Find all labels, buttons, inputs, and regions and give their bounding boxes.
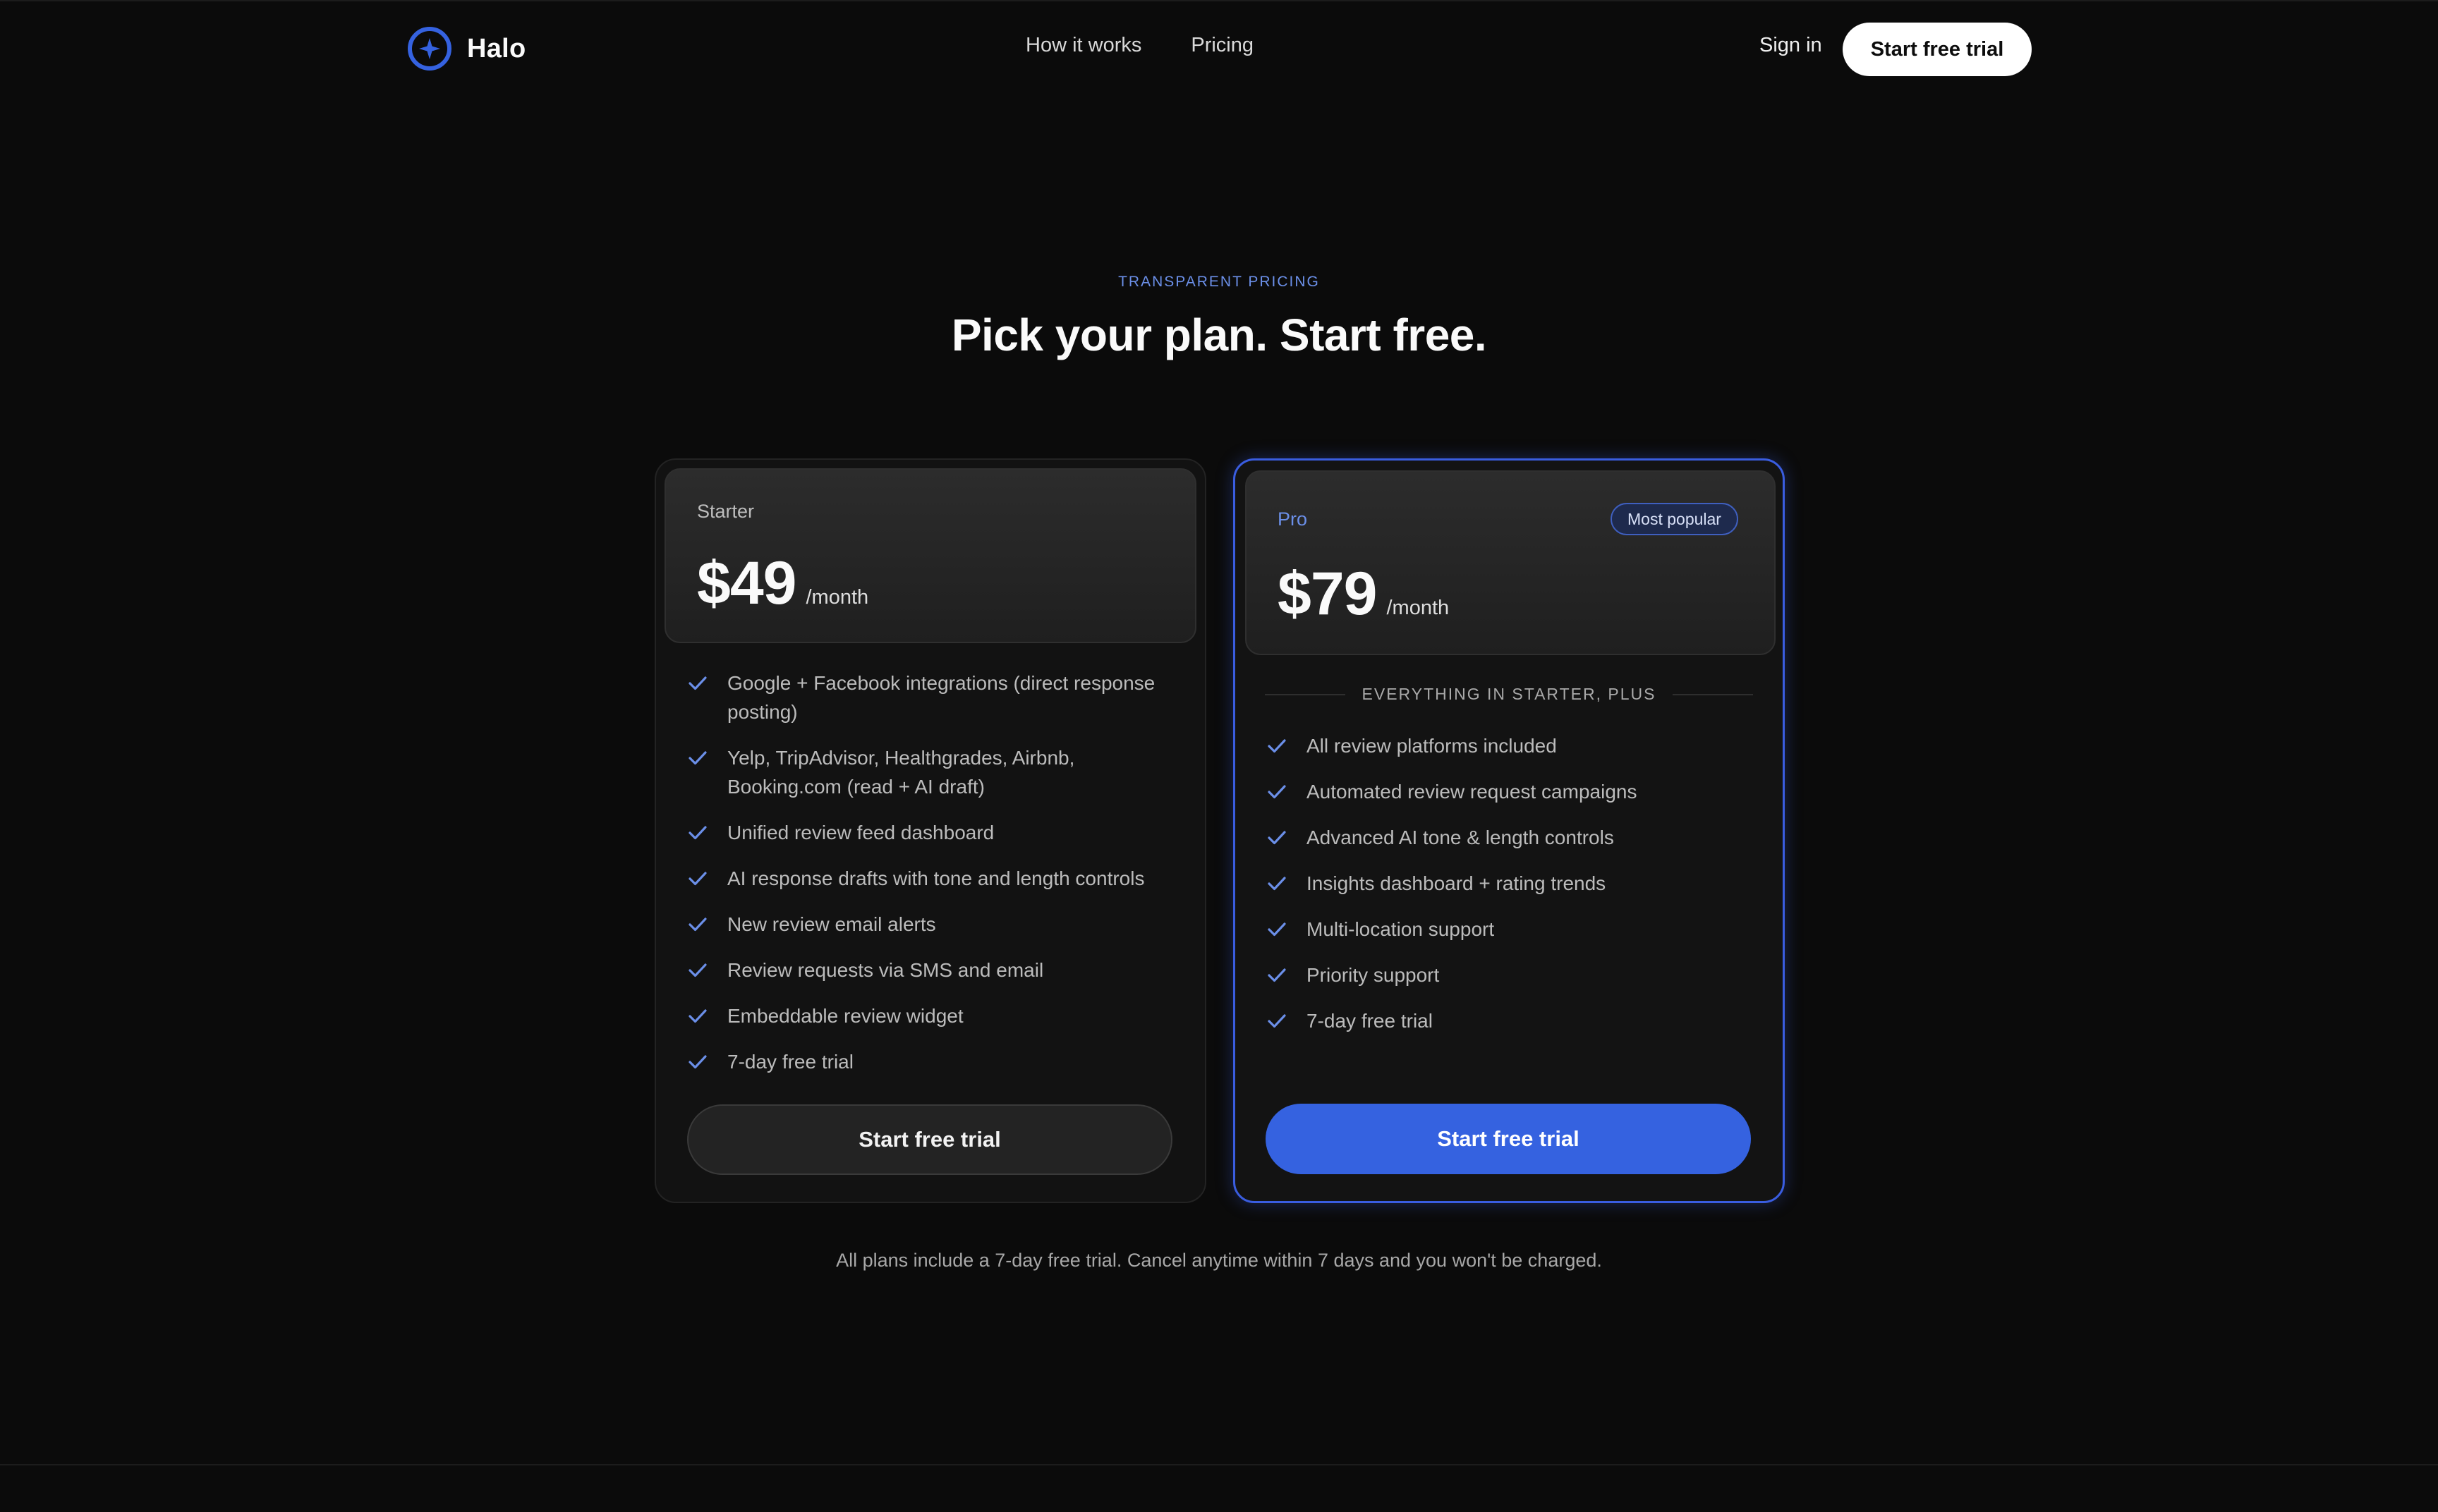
most-popular-badge: Most popular [1611, 503, 1738, 535]
check-icon [1268, 731, 1290, 760]
check-icon [689, 743, 711, 772]
feature-item: 7-day free trial [689, 1047, 1182, 1076]
pricing-footnote: All plans include a 7-day free trial. Ca… [836, 1250, 1602, 1271]
feature-item: Advanced AI tone & length controls [1268, 823, 1761, 852]
plan-name: Pro [1278, 508, 1308, 530]
plan-period: /month [1386, 597, 1450, 619]
top-nav: Halo How it works Pricing Sign in Start … [0, 0, 2438, 94]
price-row: $79 /month [1278, 559, 1449, 629]
nav-link-how-it-works[interactable]: How it works [1026, 34, 1141, 57]
brand-logo[interactable]: Halo [405, 25, 526, 72]
feature-item: Priority support [1268, 961, 1761, 989]
feature-item: Yelp, TripAdvisor, Healthgrades, Airbnb,… [689, 743, 1182, 801]
feature-item: Review requests via SMS and email [689, 956, 1182, 984]
check-icon [1268, 777, 1290, 806]
divider-line [1673, 693, 1753, 695]
plan-price: $79 [1278, 560, 1377, 628]
feature-item: 7-day free trial [1268, 1006, 1761, 1035]
sign-in-link[interactable]: Sign in [1759, 34, 1822, 57]
plan-name: Starter [697, 501, 755, 522]
check-icon [689, 956, 711, 984]
feature-list: Google + Facebook integrations (direct r… [689, 669, 1182, 1093]
divider-label: EVERYTHING IN STARTER, PLUS [1361, 685, 1656, 703]
plan-header: Starter $49 /month [665, 468, 1196, 643]
price-row: $49 /month [697, 549, 868, 618]
plan-header: Pro Most popular $79 /month [1245, 470, 1776, 655]
feature-item: AI response drafts with tone and length … [689, 864, 1182, 893]
nav-start-trial-button[interactable]: Start free trial [1843, 23, 2032, 76]
check-icon [1268, 869, 1290, 898]
feature-list: All review platforms included Automated … [1268, 731, 1761, 1052]
check-icon [689, 1047, 711, 1076]
check-icon [1268, 961, 1290, 989]
feature-item: Insights dashboard + rating trends [1268, 869, 1761, 898]
plan-price: $49 [697, 549, 796, 617]
halo-compass-icon [405, 24, 454, 73]
feature-item: Multi-location support [1268, 915, 1761, 944]
check-icon [689, 1001, 711, 1030]
feature-item: Automated review request campaigns [1268, 777, 1761, 806]
feature-item: Google + Facebook integrations (direct r… [689, 669, 1182, 726]
page-title: Pick your plan. Start free. [951, 310, 1487, 360]
brand-name: Halo [467, 33, 526, 63]
check-icon [1268, 823, 1290, 852]
feature-item: New review email alerts [689, 910, 1182, 939]
check-icon [689, 669, 711, 697]
check-icon [1268, 1006, 1290, 1035]
plan-card-pro: Pro Most popular $79 /month EVERYTHING I… [1233, 458, 1785, 1203]
plan-card-starter: Starter $49 /month Google + Facebook int… [655, 458, 1206, 1203]
section-eyebrow: TRANSPARENT PRICING [1118, 274, 1320, 290]
check-icon [1268, 915, 1290, 944]
feature-item: All review platforms included [1268, 731, 1761, 760]
check-icon [689, 818, 711, 847]
footer-divider [0, 1464, 2438, 1465]
starter-start-trial-button[interactable]: Start free trial [687, 1104, 1172, 1175]
feature-item: Unified review feed dashboard [689, 818, 1182, 847]
pro-start-trial-button[interactable]: Start free trial [1266, 1104, 1751, 1174]
feature-item: Embeddable review widget [689, 1001, 1182, 1030]
nav-links: How it works Pricing [1026, 34, 1254, 57]
divider-line [1265, 693, 1345, 695]
nav-link-pricing[interactable]: Pricing [1191, 34, 1254, 57]
check-icon [689, 864, 711, 893]
plus-divider: EVERYTHING IN STARTER, PLUS [1265, 685, 1753, 704]
plan-period: /month [806, 586, 869, 609]
check-icon [689, 910, 711, 939]
